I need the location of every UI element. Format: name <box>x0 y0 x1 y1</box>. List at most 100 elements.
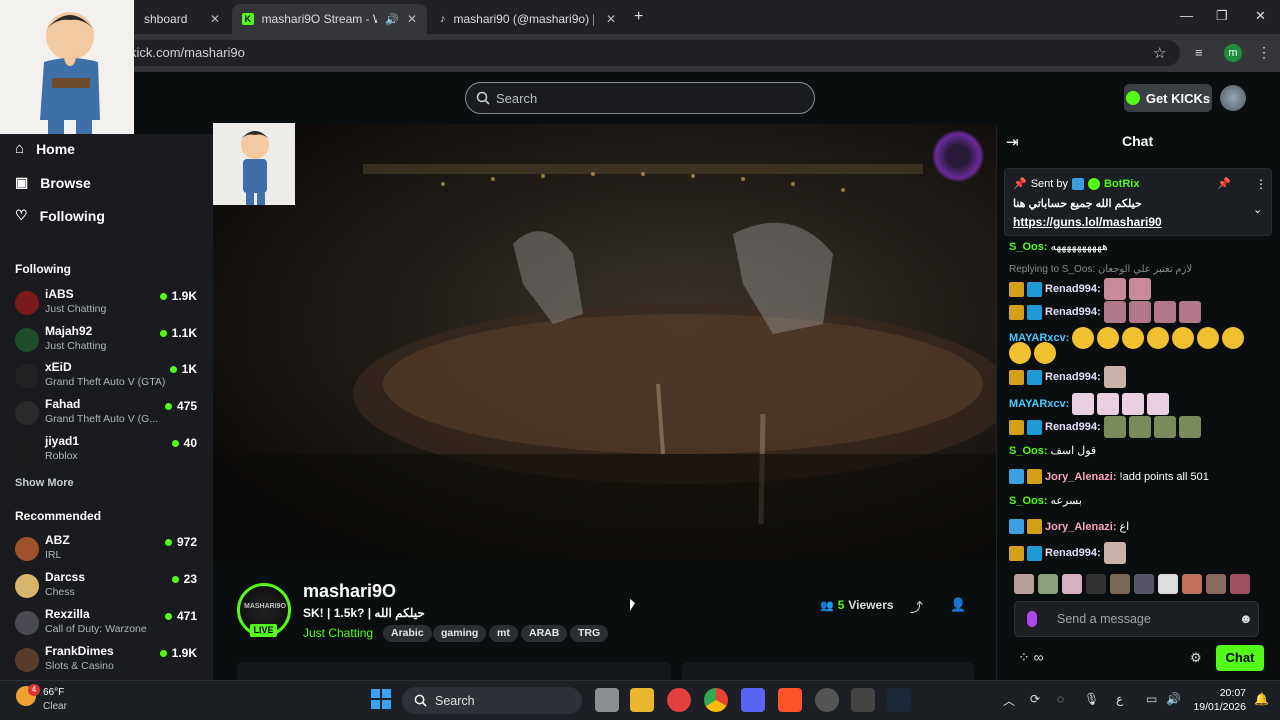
emote[interactable] <box>1062 574 1082 594</box>
username[interactable]: MAYARxcv: <box>1009 398 1069 410</box>
username[interactable]: S_Oos: <box>1009 445 1048 457</box>
tag[interactable]: gaming <box>433 625 487 642</box>
recommended-channel[interactable]: Darcss Chess 23 <box>15 568 205 604</box>
channel-name[interactable]: mashari9O <box>303 581 396 602</box>
volume-icon[interactable]: 🔊 <box>1166 692 1181 706</box>
gmail-icon[interactable] <box>851 688 875 712</box>
emote[interactable] <box>1182 574 1202 594</box>
microphone-icon[interactable]: 🎙 <box>1084 692 1099 706</box>
recommended-channel[interactable]: ABZ IRL 972 <box>15 531 205 567</box>
clock-date[interactable]: 19/01/2026 <box>1188 701 1246 713</box>
emote[interactable] <box>1014 574 1034 594</box>
following-channel[interactable]: iABS Just Chatting 1.9K <box>15 285 205 321</box>
notification-icon[interactable]: 🔔 <box>1254 692 1269 706</box>
task-view-icon[interactable] <box>595 688 619 712</box>
new-tab-button[interactable]: + <box>634 8 643 26</box>
language-indicator[interactable]: ع <box>1116 692 1123 706</box>
emote[interactable] <box>1134 574 1154 594</box>
microphone-icon[interactable] <box>1027 611 1037 627</box>
minimize-icon[interactable]: — <box>1180 8 1193 23</box>
viewer-count: 972 <box>164 535 197 549</box>
following-channel[interactable]: jiyad1 Roblox 40 <box>15 432 205 468</box>
tab-kick-stream[interactable]: K mashari9O Stream - Watch 🔊 ✕ <box>232 4 427 34</box>
chrome-icon[interactable] <box>704 688 728 712</box>
discord-icon[interactable] <box>741 688 765 712</box>
brave-icon[interactable] <box>778 688 802 712</box>
video-player[interactable] <box>213 124 1013 562</box>
emote[interactable] <box>1206 574 1226 594</box>
pinned-link[interactable]: https://guns.lol/mashari90 <box>1013 215 1162 229</box>
search-input[interactable]: Search <box>465 82 815 114</box>
viewers-icon: 👥 <box>820 599 834 612</box>
nav-home[interactable]: ⌂ Home <box>15 140 75 157</box>
tab-dashboard[interactable]: shboard ✕ <box>134 4 230 34</box>
get-kicks-button[interactable]: Get KICKs <box>1124 84 1212 112</box>
username[interactable]: S_Oos: <box>1009 495 1048 507</box>
windows-start-icon[interactable] <box>371 689 391 709</box>
chat-message-input[interactable]: Send a message ☻ <box>1014 601 1259 637</box>
message-placeholder: Send a message <box>1057 612 1151 626</box>
close-icon[interactable]: ✕ <box>606 12 616 26</box>
emote[interactable] <box>1230 574 1250 594</box>
following-channel[interactable]: Majah92 Just Chatting 1.1K <box>15 322 205 358</box>
app-icon[interactable] <box>667 688 691 712</box>
close-icon[interactable]: ✕ <box>407 12 417 26</box>
emote[interactable] <box>1110 574 1130 594</box>
chevron-down-icon[interactable]: ⌄ <box>1253 203 1262 216</box>
points-icon[interactable]: ⁘ ∞ <box>1018 649 1044 666</box>
username[interactable]: Renad994: <box>1045 547 1101 559</box>
following-channel[interactable]: Fahad Grand Theft Auto V (G... 475 <box>15 395 205 431</box>
maximize-icon[interactable]: ❐ <box>1216 8 1228 24</box>
sync-icon[interactable]: ⟳ <box>1030 692 1040 706</box>
taskbar-search[interactable]: Search <box>402 687 582 714</box>
username[interactable]: Jory_Alenazi: <box>1045 521 1117 533</box>
chevron-up-icon[interactable]: ︿ <box>1003 692 1015 709</box>
close-icon[interactable]: ✕ <box>210 12 220 26</box>
settings-gear-icon[interactable]: ⚙ <box>1190 650 1202 666</box>
username[interactable]: S_Oos: <box>1009 241 1048 253</box>
username[interactable]: Renad994: <box>1045 306 1101 318</box>
wifi-icon[interactable]: ▭ <box>1146 692 1157 706</box>
channel-category: Just Chatting <box>45 303 107 315</box>
clock-time[interactable]: 20:07 <box>1210 687 1246 699</box>
url-field[interactable]: kick.com/mashari9o <box>120 40 1180 66</box>
network-icon[interactable]: ◌ <box>1057 692 1064 706</box>
emote[interactable] <box>1086 574 1106 594</box>
tag[interactable]: Arabic <box>383 625 432 642</box>
username[interactable]: Renad994: <box>1045 283 1101 295</box>
follow-icon[interactable]: 👤 <box>950 597 966 613</box>
more-icon[interactable]: ⋮ <box>1255 177 1267 191</box>
tag[interactable]: mt <box>489 625 518 642</box>
recommended-channel[interactable]: Rexzilla Call of Duty: Warzone 471 <box>15 605 205 641</box>
obs-icon[interactable] <box>815 688 839 712</box>
tag[interactable]: ARAB <box>521 625 568 642</box>
tag[interactable]: TRG <box>570 625 609 642</box>
window-close-icon[interactable]: ✕ <box>1255 8 1266 24</box>
browser-menu-icon[interactable]: ⋮ <box>1257 44 1271 61</box>
bookmark-star-icon[interactable]: ☆ <box>1153 44 1166 62</box>
stream-category[interactable]: Just Chatting <box>303 626 373 640</box>
username[interactable]: Renad994: <box>1045 371 1101 383</box>
recommended-channel[interactable]: FrankDimes Slots & Casino 1.9K <box>15 642 205 678</box>
emote[interactable] <box>1038 574 1058 594</box>
chat-message: S_Oos: بسرعه <box>1009 494 1082 508</box>
nav-following[interactable]: ♡ Following <box>15 207 105 224</box>
speaker-icon[interactable]: 🔊 <box>385 13 399 26</box>
profile-avatar[interactable]: m <box>1224 44 1242 62</box>
file-explorer-icon[interactable] <box>630 688 654 712</box>
show-more-link[interactable]: Show More <box>15 477 74 489</box>
username[interactable]: Renad994: <box>1045 421 1101 433</box>
media-control-icon[interactable]: ≡ <box>1195 45 1203 60</box>
send-chat-button[interactable]: Chat <box>1216 645 1264 671</box>
collapse-chat-icon[interactable]: ⇥ <box>1006 133 1019 151</box>
share-icon[interactable]: ⤴ <box>910 597 923 616</box>
tab-tiktok[interactable]: ♪ mashari90 (@mashari9o) | TikTok ✕ <box>430 4 626 34</box>
unpin-icon[interactable]: 📌 <box>1217 177 1231 190</box>
steam-icon[interactable] <box>887 688 911 712</box>
username[interactable]: Jory_Alenazi: <box>1045 471 1117 483</box>
emote[interactable] <box>1158 574 1178 594</box>
nav-browse[interactable]: ▣ Browse <box>15 174 91 191</box>
following-channel[interactable]: xEiD Grand Theft Auto V (GTA) 1K <box>15 358 205 394</box>
user-avatar[interactable] <box>1220 85 1246 111</box>
emoji-icon[interactable]: ☻ <box>1239 602 1253 636</box>
